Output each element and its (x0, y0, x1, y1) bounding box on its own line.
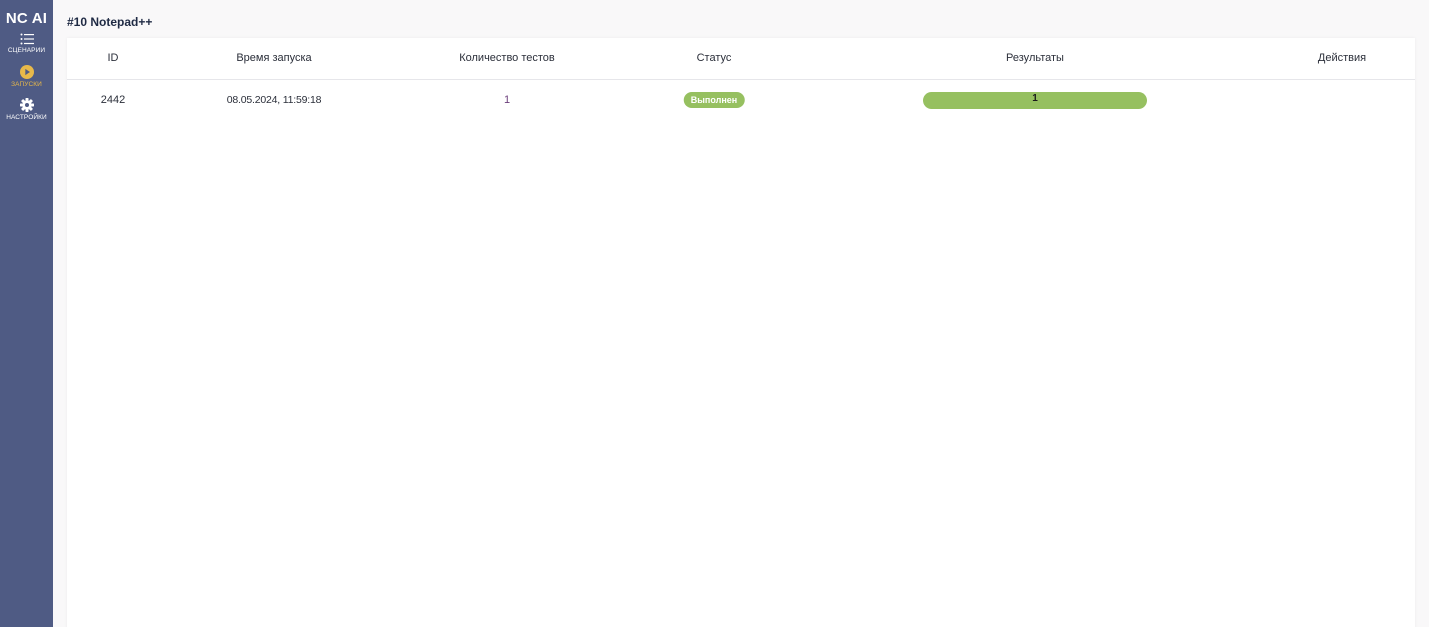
run-id: 2442 (100, 94, 126, 106)
column-header-id[interactable]: ID (108, 52, 119, 64)
sidebar: NC AI СЦЕНАРИИ ЗАПУСКИ НАСТРОЙКИ (0, 0, 53, 627)
play-circle-icon (19, 65, 34, 79)
status-badge: Выполнен (683, 92, 745, 108)
list-icon (20, 33, 34, 45)
column-header-results[interactable]: Результаты (1006, 52, 1064, 64)
runs-table: ID Время запуска Количество тестов Стату… (67, 38, 1415, 627)
sidebar-item-label: СЦЕНАРИИ (7, 47, 46, 54)
run-test-count[interactable]: 1 (504, 94, 510, 106)
column-header-status[interactable]: Статус (697, 52, 732, 64)
table-row[interactable]: 2442 08.05.2024, 11:59:18 1 Выполнен 1 (67, 80, 1415, 122)
page-title: #10 Notepad++ (67, 15, 153, 29)
sidebar-item-label: НАСТРОЙКИ (6, 114, 47, 121)
brand-logo[interactable]: NC AI (6, 10, 47, 27)
table-header: ID Время запуска Количество тестов Стату… (67, 38, 1415, 80)
results-progress-bar[interactable]: 1 (923, 92, 1147, 109)
results-passed-count: 1 (1032, 93, 1038, 104)
column-header-start-time[interactable]: Время запуска (236, 52, 311, 64)
sidebar-item-scenarios[interactable]: СЦЕНАРИИ (0, 33, 53, 54)
run-start-time: 08.05.2024, 11:59:18 (226, 94, 322, 106)
sidebar-item-runs[interactable]: ЗАПУСКИ (0, 65, 53, 88)
sidebar-item-label: ЗАПУСКИ (11, 81, 42, 88)
column-header-actions: Действия (1317, 52, 1367, 64)
column-header-test-count[interactable]: Количество тестов (459, 52, 555, 64)
sidebar-item-settings[interactable]: НАСТРОЙКИ (0, 98, 53, 121)
gear-icon (19, 98, 34, 112)
